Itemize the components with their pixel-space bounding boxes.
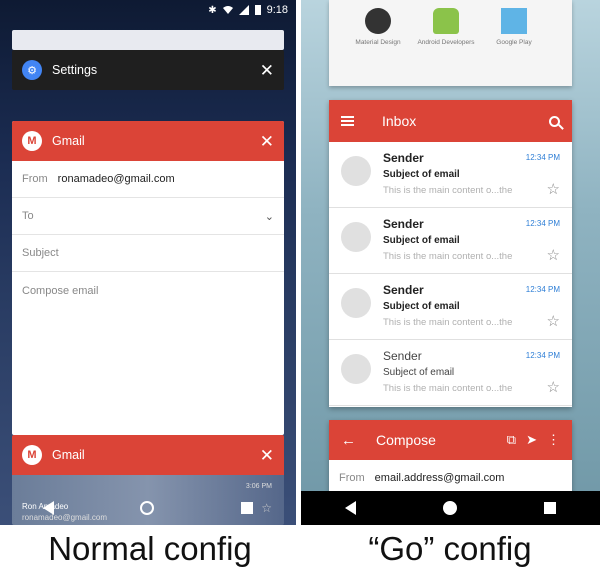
- more-options-icon[interactable]: ⋮: [547, 432, 560, 448]
- launcher-card[interactable]: Material Design Android Developers Googl…: [329, 0, 572, 86]
- email-preview: This is the main content o...the: [383, 251, 513, 262]
- home-icon[interactable]: [442, 501, 457, 515]
- email-time: 12:34 PM: [525, 153, 560, 162]
- email-sender: Sender: [383, 349, 422, 363]
- star-icon[interactable]: ☆: [547, 378, 560, 396]
- sender-avatar: [341, 156, 371, 186]
- email-list-item[interactable]: Sender Subject of email This is the main c…: [329, 340, 572, 406]
- navigation-bar: [301, 491, 600, 525]
- gmail-card-title: Gmail: [52, 448, 85, 462]
- caption-go-config: “Go” config: [368, 530, 532, 567]
- bluetooth-icon: ✱: [208, 4, 217, 16]
- email-preview: This is the main content o...the: [383, 317, 513, 328]
- sender-avatar: [341, 222, 371, 252]
- signal-icon: [238, 5, 249, 15]
- gmail-icon: M: [22, 131, 42, 151]
- from-value: ronamadeo@gmail.com: [57, 173, 175, 185]
- send-icon[interactable]: ➤: [526, 432, 537, 448]
- inbox-toolbar: Inbox: [329, 100, 572, 142]
- body-placeholder: Compose email: [22, 284, 99, 297]
- back-arrow-icon[interactable]: ←: [341, 432, 356, 449]
- from-value: email.address@gmail.com: [374, 471, 505, 484]
- launcher-app-label: Google Play: [496, 39, 532, 46]
- email-sender: Sender: [383, 217, 424, 231]
- subject-placeholder: Subject: [22, 247, 59, 259]
- launcher-app-google-play[interactable]: Google Play: [485, 8, 543, 46]
- launcher-app-label: Android Developers: [417, 39, 475, 46]
- email-subject: Subject of email: [383, 301, 460, 312]
- launcher-app-android-developers[interactable]: Android Developers: [417, 8, 475, 46]
- email-subject: Subject of email: [383, 235, 460, 246]
- star-icon[interactable]: ☆: [547, 312, 560, 330]
- email-preview: This is the main content o...the: [383, 185, 513, 196]
- email-time: 12:34 PM: [525, 351, 560, 360]
- inbox-card[interactable]: Inbox Sender Subject of email This is the …: [329, 100, 572, 407]
- battery-icon: [254, 5, 261, 15]
- status-bar: ✱ 9:18: [0, 0, 296, 20]
- to-label: To: [22, 210, 34, 222]
- gmail-card-title: Gmail: [52, 134, 85, 148]
- compose-toolbar: ← Compose ⧉ ➤ ⋮: [329, 420, 572, 460]
- gmail-compose-card[interactable]: M Gmail ✕ From ronamadeo@gmail.com To ⌄ …: [12, 121, 284, 435]
- to-field[interactable]: To ⌄: [12, 198, 284, 235]
- settings-card-header[interactable]: ⚙ Settings ✕: [12, 50, 284, 90]
- attach-icon[interactable]: ⧉: [507, 432, 516, 448]
- recents-icon[interactable]: [240, 502, 253, 514]
- close-icon[interactable]: ✕: [260, 447, 274, 464]
- settings-card-title: Settings: [52, 63, 98, 77]
- compose-card[interactable]: ← Compose ⧉ ➤ ⋮ From email.address@gmail…: [329, 420, 572, 495]
- launcher-app-material-design[interactable]: Material Design: [349, 8, 407, 46]
- compose-body-field[interactable]: Compose email: [12, 272, 284, 309]
- star-icon[interactable]: ☆: [547, 246, 560, 264]
- subject-field[interactable]: Subject: [12, 235, 284, 272]
- status-time: 9:18: [266, 4, 288, 16]
- wifi-icon: [222, 6, 233, 14]
- back-icon[interactable]: [43, 501, 55, 515]
- recents-icon[interactable]: [544, 502, 557, 514]
- email-list-item[interactable]: Sender Subject of email This is the main c…: [329, 208, 572, 274]
- compose-from-row[interactable]: From email.address@gmail.com: [329, 460, 572, 495]
- email-time: 3:06 PM: [245, 483, 272, 490]
- close-icon[interactable]: ✕: [260, 62, 274, 79]
- back-icon[interactable]: [344, 501, 356, 515]
- gmail-card-header[interactable]: M Gmail ✕: [12, 435, 284, 475]
- normal-config-screenshot: ✱ 9:18 ⚙ Settings ✕ M Gmail ✕ From ronam…: [0, 0, 296, 525]
- inbox-title: Inbox: [382, 113, 417, 129]
- email-list-item[interactable]: Sender Subject of email This is the main c…: [329, 274, 572, 340]
- gmail-icon: M: [22, 445, 42, 465]
- email-subject: Subject of email: [383, 367, 455, 378]
- home-icon[interactable]: [140, 501, 155, 515]
- close-icon[interactable]: ✕: [260, 133, 274, 150]
- email-list-item[interactable]: Sender Subject of email This is the main c…: [329, 142, 572, 208]
- settings-card[interactable]: ⚙ Settings ✕: [12, 50, 284, 90]
- search-icon[interactable]: [549, 115, 560, 127]
- settings-gear-icon: ⚙: [22, 60, 42, 80]
- google-play-icon: [501, 8, 527, 34]
- star-icon[interactable]: ☆: [547, 180, 560, 198]
- email-sender: Sender: [383, 151, 424, 165]
- email-sender: Sender: [383, 283, 424, 297]
- navigation-bar: [0, 491, 296, 525]
- from-label: From: [339, 471, 365, 484]
- email-list: Sender Subject of email This is the main c…: [329, 142, 572, 406]
- gmail-card-header[interactable]: M Gmail ✕: [12, 121, 284, 161]
- email-preview: This is the main content o...the: [383, 383, 513, 394]
- compose-title: Compose: [376, 432, 436, 448]
- email-subject: Subject of email: [383, 169, 460, 180]
- launcher-app-label: Material Design: [355, 39, 401, 46]
- background-card[interactable]: [12, 30, 284, 50]
- menu-icon[interactable]: [341, 116, 354, 126]
- chevron-down-icon[interactable]: ⌄: [265, 210, 274, 223]
- sender-avatar: [341, 354, 371, 384]
- android-icon: [433, 8, 459, 34]
- sender-avatar: [341, 288, 371, 318]
- material-design-icon: [365, 8, 391, 34]
- from-row[interactable]: From ronamadeo@gmail.com: [12, 161, 284, 198]
- caption-normal-config: Normal config: [48, 530, 252, 567]
- email-time: 12:34 PM: [525, 219, 560, 228]
- go-config-screenshot: Material Design Android Developers Googl…: [301, 0, 600, 525]
- from-label: From: [22, 173, 48, 185]
- email-time: 12:34 PM: [525, 285, 560, 294]
